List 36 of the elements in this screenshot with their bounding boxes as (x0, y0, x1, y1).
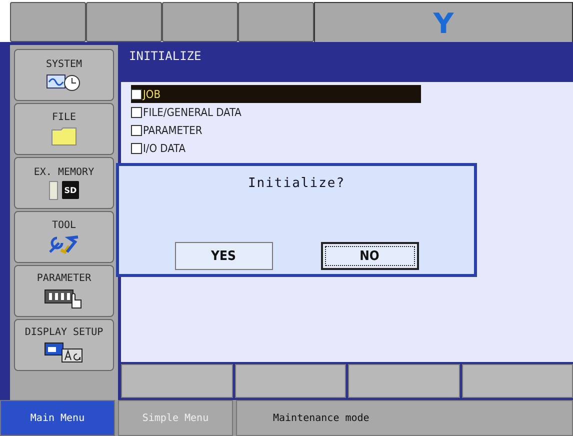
function-button[interactable] (234, 364, 346, 398)
top-bar-button[interactable] (86, 2, 162, 42)
checkbox[interactable] (131, 142, 142, 154)
function-button[interactable] (462, 364, 573, 398)
wrench-robot-icon (47, 234, 81, 254)
main-menu-button[interactable]: SYSTEM (14, 49, 114, 101)
top-bar-button[interactable] (10, 2, 86, 42)
memory-stick-icon (49, 180, 58, 200)
main-menu-button[interactable]: EX. MEMORY SD (14, 157, 114, 209)
screen-title: INITIALIZE (129, 49, 202, 63)
robot-axis-display: Y (314, 2, 573, 44)
dialog-message: Initialize? (248, 176, 346, 191)
folder-icon (51, 126, 77, 146)
list-item[interactable]: FILE/GENERAL DATA (131, 103, 421, 121)
switches-hand-icon (44, 287, 84, 309)
function-button[interactable] (348, 364, 460, 398)
top-bar-button[interactable] (238, 2, 314, 42)
dialog-button[interactable]: YES (174, 242, 272, 270)
list-item[interactable]: JOB (131, 85, 421, 103)
checkbox[interactable] (131, 124, 142, 136)
main-menu-button[interactable]: FILE (14, 103, 114, 155)
list-item[interactable]: PARAMETER (131, 121, 421, 139)
wave-clock-icon (46, 73, 82, 91)
checkbox[interactable] (131, 88, 142, 100)
main-menu-button[interactable]: DISPLAY SETUP (14, 319, 114, 371)
main-menu-button[interactable]: TOOL (14, 211, 114, 263)
status-bar-tab[interactable]: Main Menu (0, 400, 115, 436)
dialog-button[interactable]: NO (320, 242, 418, 270)
main-menu-button[interactable]: PARAMETER (14, 265, 114, 317)
window-font-icon (44, 341, 84, 363)
status-bar-tab[interactable]: Maintenance mode (236, 400, 573, 436)
list-item[interactable]: I/O DATA (131, 139, 421, 157)
function-button[interactable] (121, 364, 232, 398)
checkbox[interactable] (131, 106, 142, 118)
top-bar-button[interactable] (162, 2, 238, 42)
sd-card-icon: SD (62, 181, 79, 199)
